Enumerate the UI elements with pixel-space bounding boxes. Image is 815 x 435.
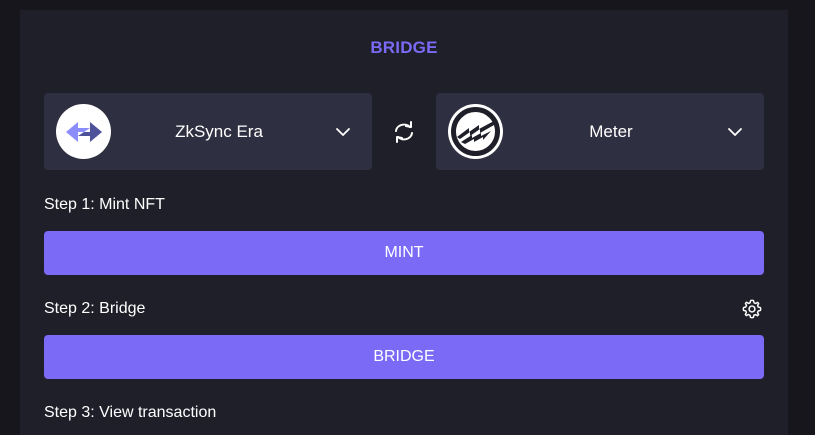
step-3-label: Step 3: View transaction: [44, 404, 217, 421]
from-chain-name: ZkSync Era: [175, 121, 263, 141]
gear-icon[interactable]: [741, 298, 763, 320]
chevron-down-icon: [336, 128, 350, 136]
mint-button[interactable]: MINT: [44, 231, 764, 275]
step-2-label: Step 2: Bridge: [44, 300, 146, 317]
from-chain-select[interactable]: ZkSync Era: [44, 93, 372, 170]
step-1-label: Step 1: Mint NFT: [44, 196, 165, 213]
to-chain-name: Meter: [589, 121, 633, 141]
page-title: BRIDGE: [370, 38, 438, 57]
bridge-panel: BRIDGE ZkSync Era Meter Step 1: Mint NFT…: [20, 10, 788, 435]
bridge-button[interactable]: BRIDGE: [44, 335, 764, 379]
meter-logo-icon: [448, 104, 503, 159]
to-chain-select[interactable]: Meter: [436, 93, 764, 170]
chevron-down-icon: [728, 128, 742, 136]
swap-arrows-icon: [395, 121, 413, 143]
swap-chains-button[interactable]: [390, 120, 418, 144]
zksync-logo-icon: [56, 104, 111, 159]
